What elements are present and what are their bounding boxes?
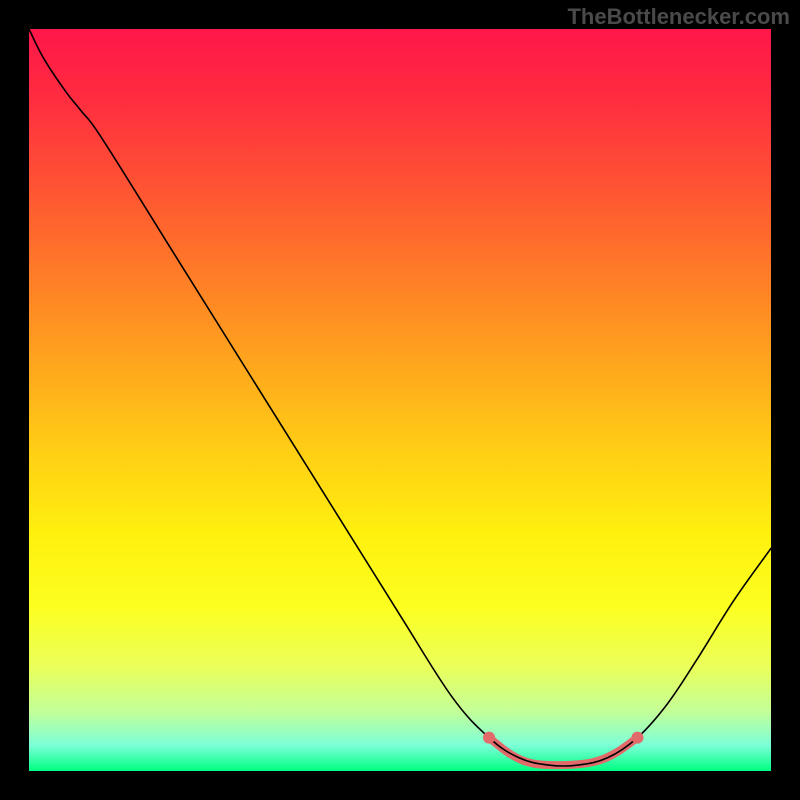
plot-area [29,29,771,771]
chart-svg [29,29,771,771]
gradient-background [29,29,771,771]
optimal-dot-right [631,732,643,744]
chart-container: TheBottlenecker.com [0,0,800,800]
watermark: TheBottlenecker.com [567,4,790,30]
optimal-dot-left [483,732,495,744]
